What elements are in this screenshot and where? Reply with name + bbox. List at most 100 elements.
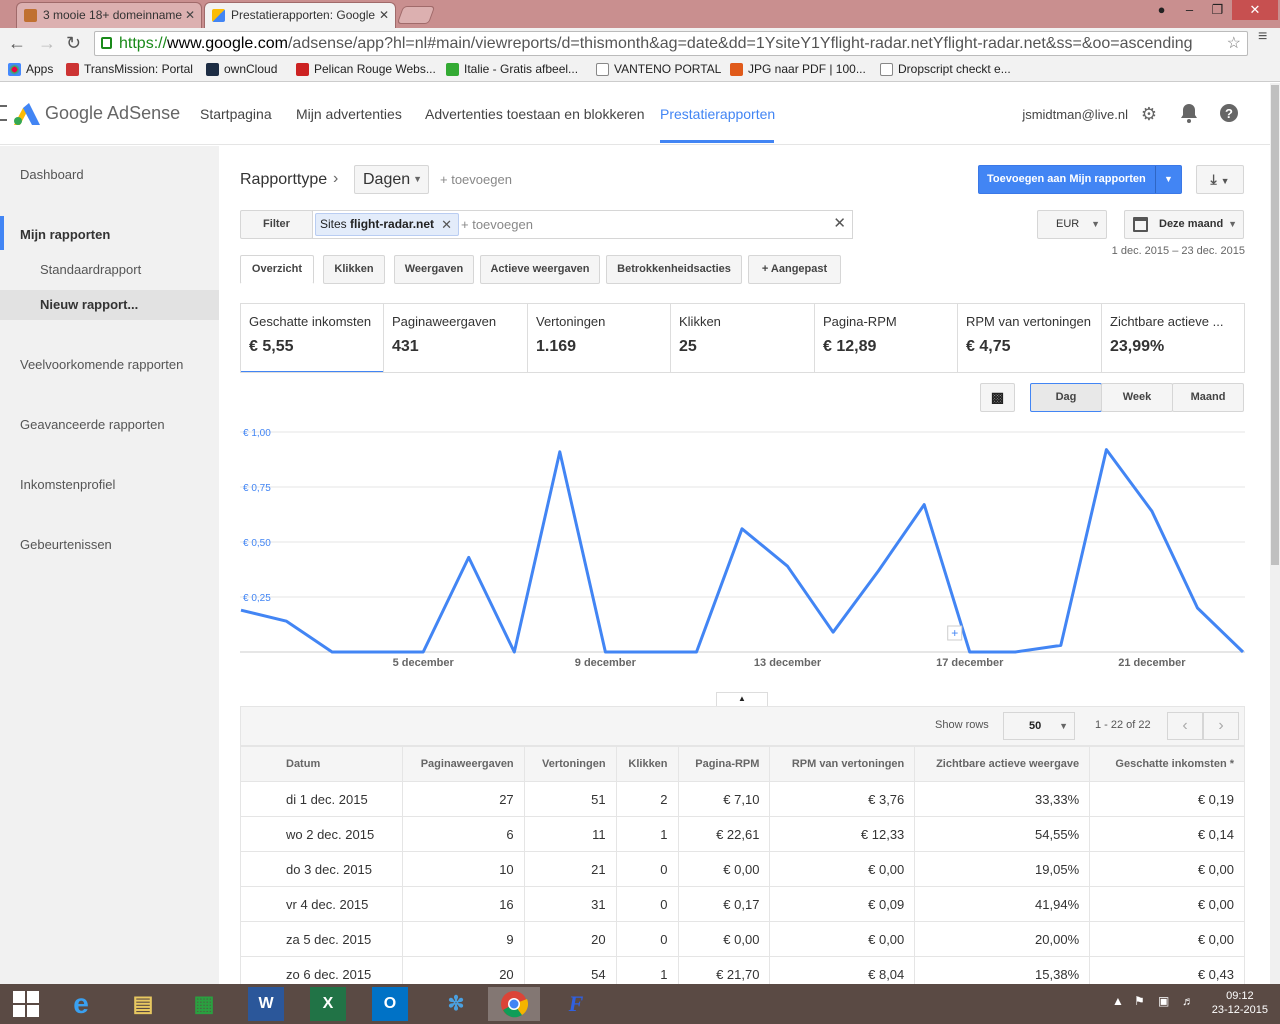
data-point[interactable] [922, 503, 926, 507]
tab-klikken[interactable]: Klikken [323, 255, 385, 284]
windows-start-icon[interactable] [0, 987, 52, 1021]
data-point[interactable] [285, 619, 289, 623]
currency-dropdown[interactable]: EUR ▼ [1037, 210, 1107, 239]
address-bar[interactable]: https://www.google.com/adsense/app?hl=nl… [94, 31, 1248, 56]
granularity-dag[interactable]: Dag [1030, 383, 1102, 412]
filter-button[interactable]: Filter [240, 210, 313, 239]
col-vertoningen[interactable]: Vertoningen [523, 746, 617, 782]
outlook-icon[interactable]: O [372, 987, 408, 1021]
data-point[interactable] [649, 650, 653, 654]
forward-arrow-icon[interactable]: → [38, 32, 56, 54]
page-scrollbar[interactable] [1270, 83, 1280, 984]
user-icon[interactable]: ● [1148, 0, 1175, 20]
add-dimension-link[interactable]: + toevoegen [440, 172, 512, 187]
data-point[interactable] [786, 564, 790, 568]
download-button[interactable]: ⤓ ▼ [1196, 165, 1244, 194]
remove-filter-icon[interactable]: ✕ [441, 214, 452, 235]
help-icon[interactable]: ? [1218, 103, 1240, 125]
rows-dropdown[interactable]: 50 ▼ [1003, 712, 1075, 740]
bookmark-pelican-rouge[interactable]: Pelican Rouge Webs... [296, 62, 436, 76]
annotation-button[interactable]: ▩ [980, 383, 1015, 412]
restore-icon[interactable]: ❐ [1204, 0, 1231, 20]
sidebar-item-veelvoorkomende[interactable]: Veelvoorkomende rapporten [20, 357, 183, 372]
card-vertoningen[interactable]: Vertoningen 1.169 [528, 304, 671, 372]
tab-actieve-weergaven[interactable]: Actieve weergaven [480, 255, 600, 284]
data-point[interactable] [376, 650, 380, 654]
nav-prestatierapporten[interactable]: Prestatierapporten [660, 106, 775, 122]
browser-tab-domains[interactable]: 3 mooie 18+ domeinname ✕ [16, 2, 202, 28]
col-geschatte-inkomsten[interactable]: Geschatte inkomsten * [1089, 746, 1245, 782]
bookmark-star-icon[interactable]: ☆ [1227, 32, 1241, 55]
data-point[interactable] [512, 650, 516, 654]
card-pagina-rpm[interactable]: Pagina-RPM € 12,89 [815, 304, 958, 372]
data-point[interactable] [558, 450, 562, 454]
nav-advertenties-toestaan[interactable]: Advertenties toestaan en blokkeren [425, 106, 644, 122]
data-point[interactable] [467, 555, 471, 559]
gear-icon[interactable]: ⚙ [1138, 103, 1160, 125]
sidebar-item-standaardrapport[interactable]: Standaardrapport [40, 262, 141, 277]
data-point[interactable] [694, 650, 698, 654]
chrome-menu-icon[interactable]: ≡ [1258, 29, 1272, 45]
minimize-icon[interactable]: – [1176, 0, 1203, 20]
tab-overzicht[interactable]: Overzicht [240, 255, 314, 284]
filter-box[interactable]: Sites flight-radar.net ✕ + toevoegen ✕ [312, 210, 853, 239]
bell-icon[interactable] [1178, 103, 1200, 125]
data-point[interactable] [1059, 643, 1063, 647]
data-point[interactable] [421, 650, 425, 654]
data-point[interactable] [877, 569, 881, 573]
col-paginaweergaven[interactable]: Paginaweergaven [401, 746, 525, 782]
col-klikken[interactable]: Klikken [615, 746, 679, 782]
network-icon[interactable]: ▣ [1158, 994, 1169, 1008]
card-zichtbare-actieve[interactable]: Zichtbare actieve ... 23,99% [1102, 304, 1244, 372]
data-point[interactable] [1241, 650, 1245, 654]
col-rpm-vertoningen[interactable]: RPM van vertoningen [769, 746, 916, 782]
file-explorer-icon[interactable]: ▤ [117, 987, 169, 1021]
bookmark-owncloud[interactable]: ownCloud [206, 62, 277, 76]
bookmark-apps[interactable]: Apps [8, 62, 53, 76]
sidebar-item-mijn-rapporten[interactable]: Mijn rapporten [20, 227, 110, 242]
sidebar-item-inkomstenprofiel[interactable]: Inkomstenprofiel [20, 477, 115, 492]
word-icon[interactable]: W [248, 987, 284, 1021]
sidebar-item-nieuw-rapport[interactable]: Nieuw rapport... [40, 297, 138, 312]
granularity-maand[interactable]: Maand [1172, 383, 1244, 412]
tab-betrokkenheidsacties[interactable]: Betrokkenheidsacties [606, 255, 742, 284]
period-dropdown[interactable]: Deze maand ▼ [1124, 210, 1244, 239]
report-type-dropdown[interactable]: Dagen ▼ [354, 165, 429, 194]
filter-add-link[interactable]: + toevoegen [461, 217, 533, 232]
data-point[interactable] [1013, 650, 1017, 654]
card-rpm-vertoningen[interactable]: RPM van vertoningen € 4,75 [958, 304, 1102, 372]
add-to-my-reports-button[interactable]: Toevoegen aan Mijn rapporten ▼ [978, 165, 1182, 194]
card-geschatte-inkomsten[interactable]: Geschatte inkomsten € 5,55 [241, 304, 384, 372]
store-icon[interactable]: ▦ [178, 987, 230, 1021]
taskbar-clock[interactable]: 09:12 23-12-2015 [1212, 989, 1268, 1017]
data-point[interactable] [330, 650, 334, 654]
scrollbar-thumb[interactable] [1271, 85, 1279, 565]
data-point[interactable] [968, 650, 972, 654]
card-klikken[interactable]: Klikken 25 [671, 304, 815, 372]
close-tab-icon[interactable]: ✕ [379, 3, 389, 27]
text-editor-icon[interactable]: F [550, 987, 602, 1021]
bookmark-dropscript[interactable]: Dropscript checkt e... [880, 62, 1011, 76]
hamburger-menu-icon[interactable] [0, 105, 7, 121]
data-point[interactable] [1195, 606, 1199, 610]
data-point[interactable] [740, 527, 744, 531]
bookmark-italie[interactable]: Italie - Gratis afbeel... [446, 62, 578, 76]
user-email[interactable]: jsmidtman@live.nl [1022, 107, 1128, 122]
card-paginaweergaven[interactable]: Paginaweergaven 431 [384, 304, 528, 372]
flag-icon[interactable]: ⚑ [1134, 994, 1145, 1008]
bookmark-transmission[interactable]: TransMission: Portal [66, 62, 193, 76]
new-tab-button[interactable] [396, 6, 436, 24]
close-tab-icon[interactable]: ✕ [185, 3, 195, 27]
browser-tab-adsense[interactable]: Prestatierapporten: Google ✕ [204, 2, 396, 28]
clear-filter-icon[interactable]: ✕ [833, 214, 846, 232]
tab-weergaven[interactable]: Weergaven [394, 255, 474, 284]
chrome-icon[interactable] [488, 987, 540, 1021]
nav-startpagina[interactable]: Startpagina [200, 106, 272, 122]
window-close-icon[interactable]: ✕ [1232, 0, 1278, 20]
prev-page-icon[interactable]: ‹ [1167, 712, 1203, 740]
sidebar-item-dashboard[interactable]: Dashboard [20, 167, 84, 182]
bookmark-jpg-pdf[interactable]: JPG naar PDF | 100... [730, 62, 866, 76]
volume-icon[interactable]: ♬ [1182, 994, 1194, 1008]
collapse-chart-toggle[interactable]: ▲ [716, 692, 768, 706]
sidebar-item-gebeurtenissen[interactable]: Gebeurtenissen [20, 537, 112, 552]
